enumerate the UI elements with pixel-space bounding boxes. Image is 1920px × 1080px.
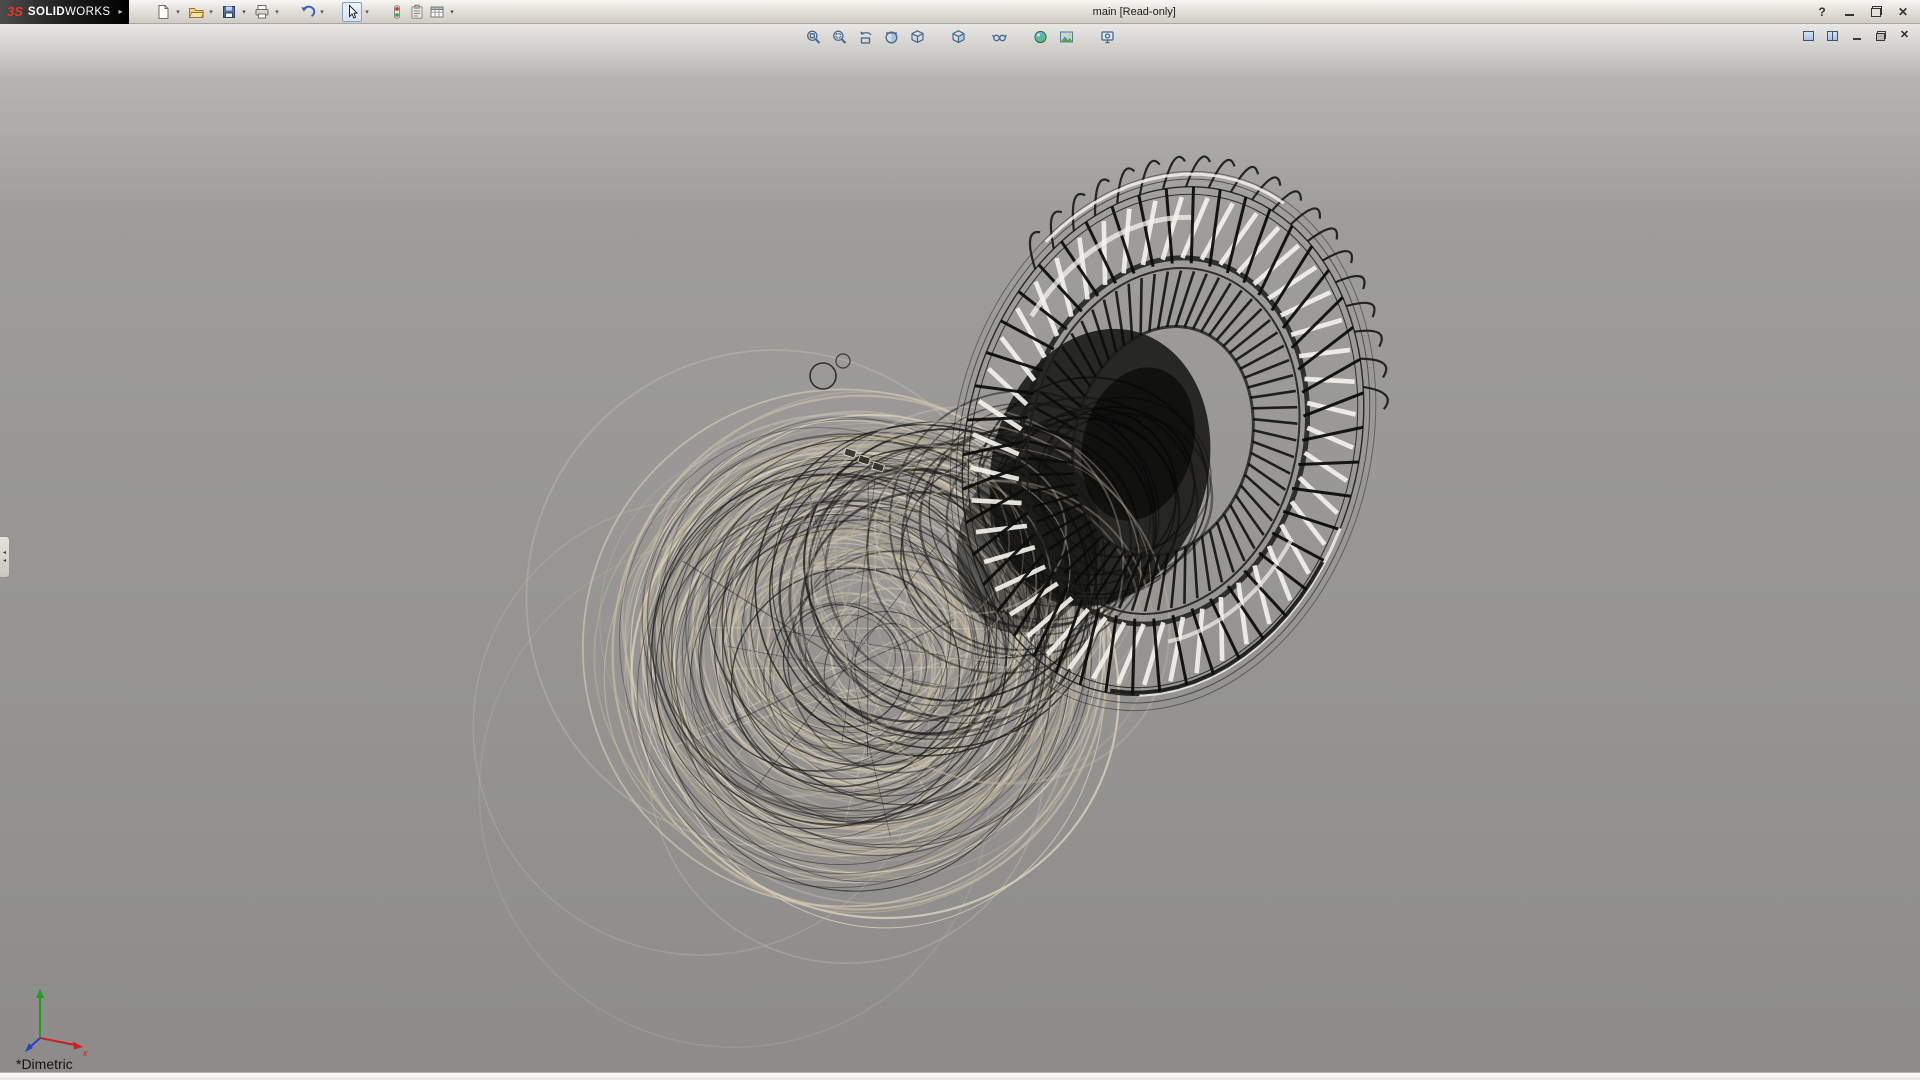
zoom-to-fit-icon xyxy=(805,29,821,45)
restore-button[interactable] xyxy=(1867,3,1885,21)
selection-filter-button[interactable] xyxy=(387,2,407,22)
window-tile-icon xyxy=(1827,31,1838,41)
main-toolbar: ▾ ▾ ▾ ▾ xyxy=(153,2,460,22)
document-window-controls: ✕ xyxy=(1801,28,1912,43)
window-controls: ? ✕ xyxy=(1809,0,1920,24)
solidworks-logo-text: SOLIDWORKS xyxy=(28,6,111,18)
design-table-button[interactable] xyxy=(427,2,447,22)
triad-y-arrow xyxy=(36,989,44,998)
window-tile-button[interactable] xyxy=(1825,28,1840,43)
triad-x-arrow xyxy=(73,1042,83,1050)
dassault-3ds-logo-icon: 3S xyxy=(7,4,23,19)
doc-close-button[interactable]: ✕ xyxy=(1897,28,1912,43)
select-cursor-icon xyxy=(344,4,360,20)
zoom-to-area-button[interactable] xyxy=(829,26,850,47)
hide-show-items-button[interactable] xyxy=(989,26,1010,47)
save-button[interactable] xyxy=(219,2,239,22)
window-cascade-icon xyxy=(1803,31,1814,41)
graphics-area[interactable]: ✕ ◂ ◂ x *Dimetric xyxy=(0,24,1920,1072)
design-table-dropdown[interactable]: ▾ xyxy=(447,2,458,22)
hide-show-glasses-icon xyxy=(991,29,1007,45)
new-document-button[interactable] xyxy=(153,2,173,22)
titlebar[interactable]: 3S SOLIDWORKS ▸ ▾ ▾ ▾ xyxy=(0,0,1920,24)
open-folder-icon xyxy=(188,4,204,20)
open-button[interactable] xyxy=(186,2,206,22)
new-document-dropdown[interactable]: ▾ xyxy=(173,2,184,22)
print-button[interactable] xyxy=(252,2,272,22)
view-settings-button[interactable] xyxy=(1097,26,1118,47)
open-dropdown[interactable]: ▾ xyxy=(206,2,217,22)
print-icon xyxy=(254,4,270,20)
reference-triad: x xyxy=(20,984,94,1058)
apply-scene-icon xyxy=(1058,29,1074,45)
window-cascade-button[interactable] xyxy=(1801,28,1816,43)
doc-minimize-button[interactable] xyxy=(1849,28,1864,43)
display-style-button[interactable] xyxy=(948,26,969,47)
document-title: main [Read-only] xyxy=(460,6,1809,18)
save-dropdown[interactable]: ▾ xyxy=(239,2,250,22)
triad-x-label: x xyxy=(82,1048,88,1058)
zoom-to-area-icon xyxy=(831,29,847,45)
collapse-arrow-icon: ◂ xyxy=(3,558,6,564)
close-icon: ✕ xyxy=(1898,6,1908,18)
view-settings-icon xyxy=(1099,29,1115,45)
undo-button[interactable] xyxy=(297,2,317,22)
new-document-icon xyxy=(155,4,171,20)
logo-text-bold: SOLID xyxy=(28,6,65,18)
panel-collapse-tab[interactable]: ◂ ◂ xyxy=(0,536,10,578)
headsup-view-toolbar xyxy=(803,26,1118,47)
selection-filter-icon xyxy=(389,4,405,20)
table-icon xyxy=(429,4,445,20)
print-dropdown[interactable]: ▾ xyxy=(272,2,283,22)
status-bar xyxy=(0,1072,1920,1080)
edit-appearance-icon xyxy=(1032,29,1048,45)
close-button[interactable]: ✕ xyxy=(1894,3,1912,21)
triad-x-axis xyxy=(40,1038,75,1045)
section-view-icon xyxy=(883,29,899,45)
engine-model[interactable] xyxy=(0,24,1920,1072)
collapse-arrow-icon: ◂ xyxy=(3,550,6,556)
section-view-button[interactable] xyxy=(881,26,902,47)
doc-restore-icon xyxy=(1876,31,1886,41)
save-floppy-icon xyxy=(221,4,237,20)
apply-scene-button[interactable] xyxy=(1056,26,1077,47)
help-button[interactable]: ? xyxy=(1813,3,1831,21)
minimize-button[interactable] xyxy=(1840,3,1858,21)
display-style-icon xyxy=(950,29,966,45)
restore-icon xyxy=(1871,6,1882,17)
view-orientation-label: *Dimetric xyxy=(16,1056,73,1072)
previous-view-icon xyxy=(857,29,873,45)
logo-text-rest: WORKS xyxy=(65,6,110,18)
solidworks-logo: 3S SOLIDWORKS ▸ xyxy=(0,0,129,24)
logo-flyout-arrow-icon[interactable]: ▸ xyxy=(116,7,123,16)
edit-appearance-button[interactable] xyxy=(1030,26,1051,47)
doc-restore-button[interactable] xyxy=(1873,28,1888,43)
doc-minimize-icon xyxy=(1853,32,1861,40)
doc-close-icon: ✕ xyxy=(1900,30,1909,41)
undo-dropdown[interactable]: ▾ xyxy=(317,2,328,22)
view-orientation-icon xyxy=(909,29,925,45)
undo-icon xyxy=(299,4,315,20)
view-orientation-button[interactable] xyxy=(907,26,928,47)
minimize-icon xyxy=(1845,7,1854,16)
select-tool-button[interactable] xyxy=(342,2,362,22)
zoom-to-fit-button[interactable] xyxy=(803,26,824,47)
properties-button[interactable] xyxy=(407,2,427,22)
previous-view-button[interactable] xyxy=(855,26,876,47)
clipboard-icon xyxy=(409,4,425,20)
select-tool-dropdown[interactable]: ▾ xyxy=(362,2,373,22)
